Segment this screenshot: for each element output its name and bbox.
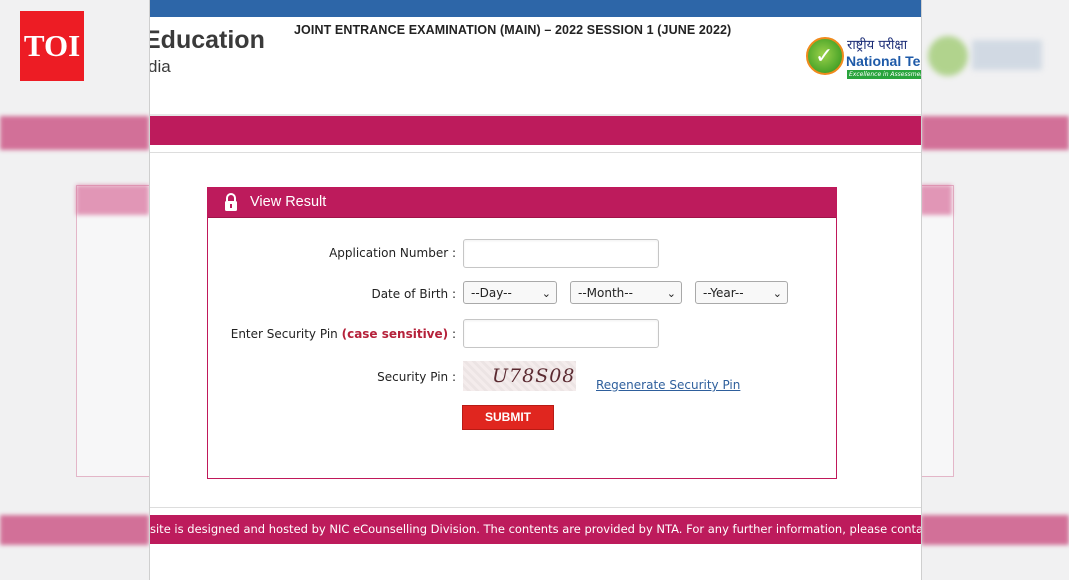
application-number-label: Application Number : xyxy=(329,246,456,260)
ministry-brand-title: Education xyxy=(149,26,265,54)
background-band-left xyxy=(0,116,149,150)
year-select-value: --Year-- xyxy=(703,286,744,300)
chevron-down-icon: ⌄ xyxy=(772,287,782,300)
footer-divider xyxy=(150,507,921,508)
exam-title: JOINT ENTRANCE EXAMINATION (MAIN) – 2022… xyxy=(294,23,732,37)
top-bar xyxy=(150,0,921,17)
site-header: Education dia JOINT ENTRANCE EXAMINATION… xyxy=(150,17,921,116)
background-card-head-left xyxy=(76,185,149,215)
regenerate-security-pin-link[interactable]: Regenerate Security Pin xyxy=(596,378,740,392)
background-footer-band-left xyxy=(0,515,149,545)
background-text-blur xyxy=(972,40,1042,70)
security-pin-input[interactable] xyxy=(463,319,659,348)
check-icon: ✓ xyxy=(815,44,834,69)
nta-english-name: National Te xyxy=(846,53,921,69)
submit-button[interactable]: SUBMIT xyxy=(462,405,554,430)
captcha-text: U78S08 xyxy=(492,365,576,387)
chevron-down-icon: ⌄ xyxy=(541,287,551,300)
month-select[interactable]: --Month-- ⌄ xyxy=(570,281,682,304)
background-card-left xyxy=(76,185,151,477)
application-number-input[interactable] xyxy=(463,239,659,268)
background-footer-band-right xyxy=(921,515,1069,545)
case-sensitive-note: (case sensitive) xyxy=(341,327,449,341)
security-pin-label: Security Pin : xyxy=(377,370,456,384)
nta-tagline: Excellence in Assessment xyxy=(847,70,921,79)
month-select-value: --Month-- xyxy=(578,286,633,300)
chevron-down-icon: ⌄ xyxy=(666,287,676,300)
ministry-brand-subtitle: dia xyxy=(149,57,171,76)
year-select[interactable]: --Year-- ⌄ xyxy=(695,281,788,304)
nav-bar xyxy=(150,116,921,145)
footer-bar: site is designed and hosted by NIC eCoun… xyxy=(150,515,921,544)
date-of-birth-label: Date of Birth : xyxy=(371,287,456,301)
security-pin-entry-text: Enter Security Pin xyxy=(230,327,338,341)
security-pin-entry-colon: : xyxy=(451,327,456,341)
captcha-image: U78S08 xyxy=(463,361,576,391)
nta-logo-icon: ✓ xyxy=(806,37,844,75)
background-card-right xyxy=(920,185,954,477)
day-select[interactable]: --Day-- ⌄ xyxy=(463,281,557,304)
toi-logo: TOI xyxy=(20,11,84,81)
card-title: View Result xyxy=(250,194,327,210)
view-result-card: View Result Application Number : Date of… xyxy=(207,187,837,479)
background-logo-blur xyxy=(928,36,968,76)
background-band-right xyxy=(921,116,1069,150)
divider xyxy=(150,152,921,153)
nta-hindi-name: राष्ट्रीय परीक्षा xyxy=(847,38,908,53)
lock-icon xyxy=(225,193,237,211)
result-page-panel: Education dia JOINT ENTRANCE EXAMINATION… xyxy=(149,0,922,580)
card-header: View Result xyxy=(208,188,836,218)
security-pin-entry-label: Enter Security Pin (case sensitive) : xyxy=(228,327,456,341)
background-card-head-right xyxy=(920,185,952,215)
day-select-value: --Day-- xyxy=(471,286,512,300)
